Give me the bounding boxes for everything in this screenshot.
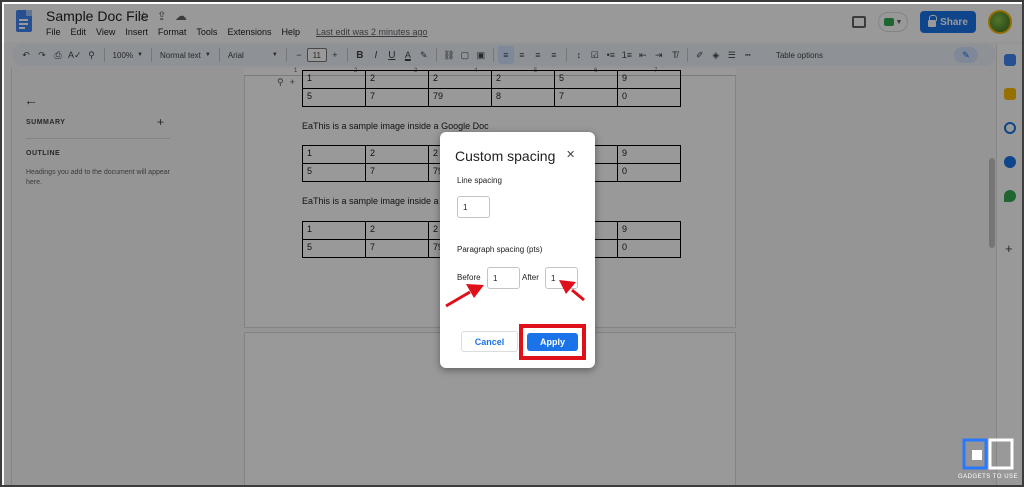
watermark-logo: GADGETS TO USE <box>956 438 1020 484</box>
app-window: Sample Doc File ☆ ⇪ ☁ File Edit View Ins… <box>0 0 1024 487</box>
annotation-arrows <box>445 280 585 308</box>
arrow-to-before-input <box>445 284 484 308</box>
arrow-to-after-input <box>559 280 585 302</box>
watermark-icon <box>962 438 1014 470</box>
watermark-text: GADGETS TO USE <box>957 474 1019 480</box>
